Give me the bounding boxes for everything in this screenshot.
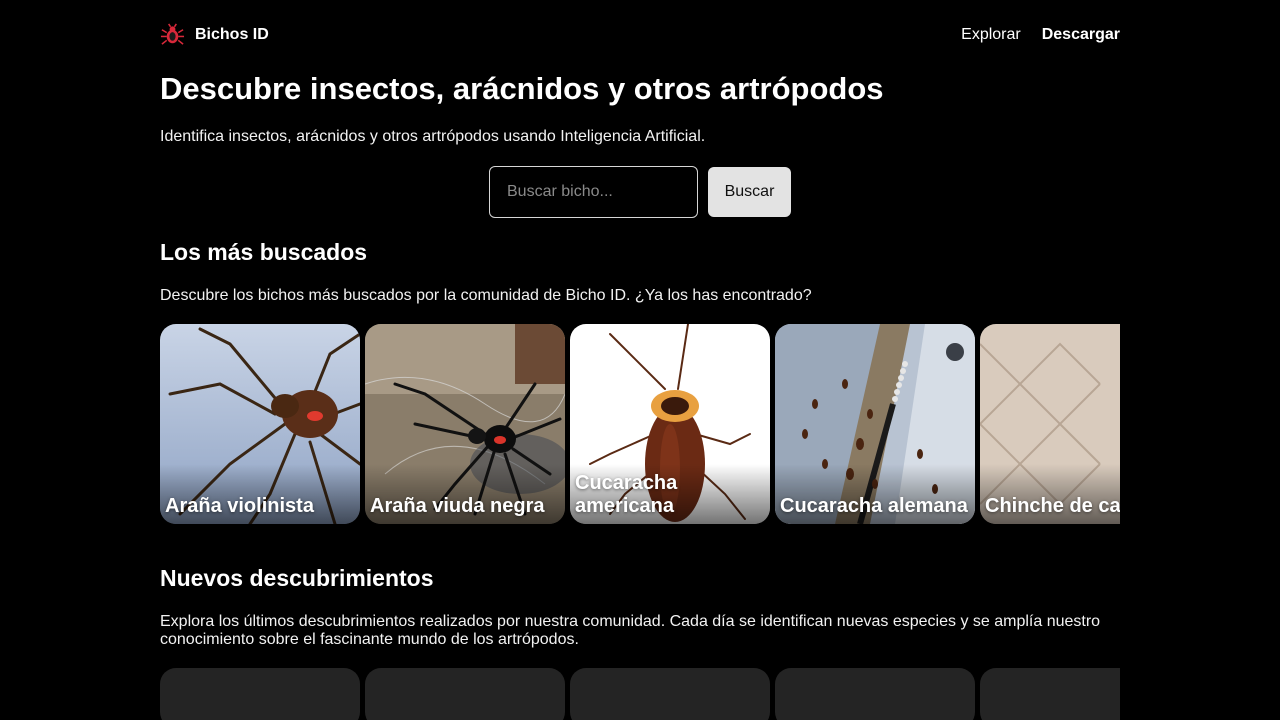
page-title: Descubre insectos, arácnidos y otros art… xyxy=(160,71,884,106)
page-subtitle: Identifica insectos, arácnidos y otros a… xyxy=(160,128,706,145)
discovery-card[interactable] xyxy=(980,668,1120,720)
discovery-card[interactable] xyxy=(570,668,770,720)
popular-section-description: Descubre los bichos más buscados por la … xyxy=(160,287,812,304)
bug-card-arana-violinista[interactable]: Araña violinista xyxy=(160,324,360,524)
bug-logo-icon xyxy=(160,23,185,45)
bug-card-arana-viuda-negra[interactable]: Araña viuda negra xyxy=(365,324,565,524)
popular-carousel[interactable]: Araña violinista Araña viuda negra Cucar… xyxy=(160,324,1120,524)
bug-card-chinche-de-cama[interactable]: Chinche de cama xyxy=(980,324,1120,524)
bug-card-label: Araña viuda negra xyxy=(370,495,545,517)
site-header: Bichos ID Explorar Descargar xyxy=(160,20,1120,50)
discovery-card[interactable] xyxy=(775,668,975,720)
nav-explore-link[interactable]: Explorar xyxy=(961,26,1021,44)
bug-card-cucaracha-americana[interactable]: Cucaracha americana xyxy=(570,324,770,524)
search-input[interactable] xyxy=(489,166,698,218)
bug-card-label: Cucaracha alemana xyxy=(780,495,968,517)
discoveries-section-title: Nuevos descubrimientos xyxy=(160,565,434,591)
bug-card-label: Cucaracha americana xyxy=(575,472,678,517)
bug-card-label: Araña violinista xyxy=(165,495,314,517)
search-bar: Buscar xyxy=(489,166,791,218)
brand-link[interactable]: Bichos ID xyxy=(160,23,269,48)
discoveries-section-description: Explora los últimos descubrimientos real… xyxy=(160,613,1101,648)
discoveries-carousel[interactable] xyxy=(160,668,1120,720)
search-button[interactable]: Buscar xyxy=(708,167,791,217)
popular-section-title: Los más buscados xyxy=(160,239,368,265)
bug-card-cucaracha-alemana[interactable]: Cucaracha alemana xyxy=(775,324,975,524)
discovery-card[interactable] xyxy=(160,668,360,720)
nav-download-link[interactable]: Descargar xyxy=(1042,26,1120,44)
discovery-card[interactable] xyxy=(365,668,565,720)
brand-name: Bichos ID xyxy=(195,26,269,43)
top-nav: Explorar Descargar xyxy=(961,26,1120,44)
bug-card-label: Chinche de cama xyxy=(985,495,1120,517)
